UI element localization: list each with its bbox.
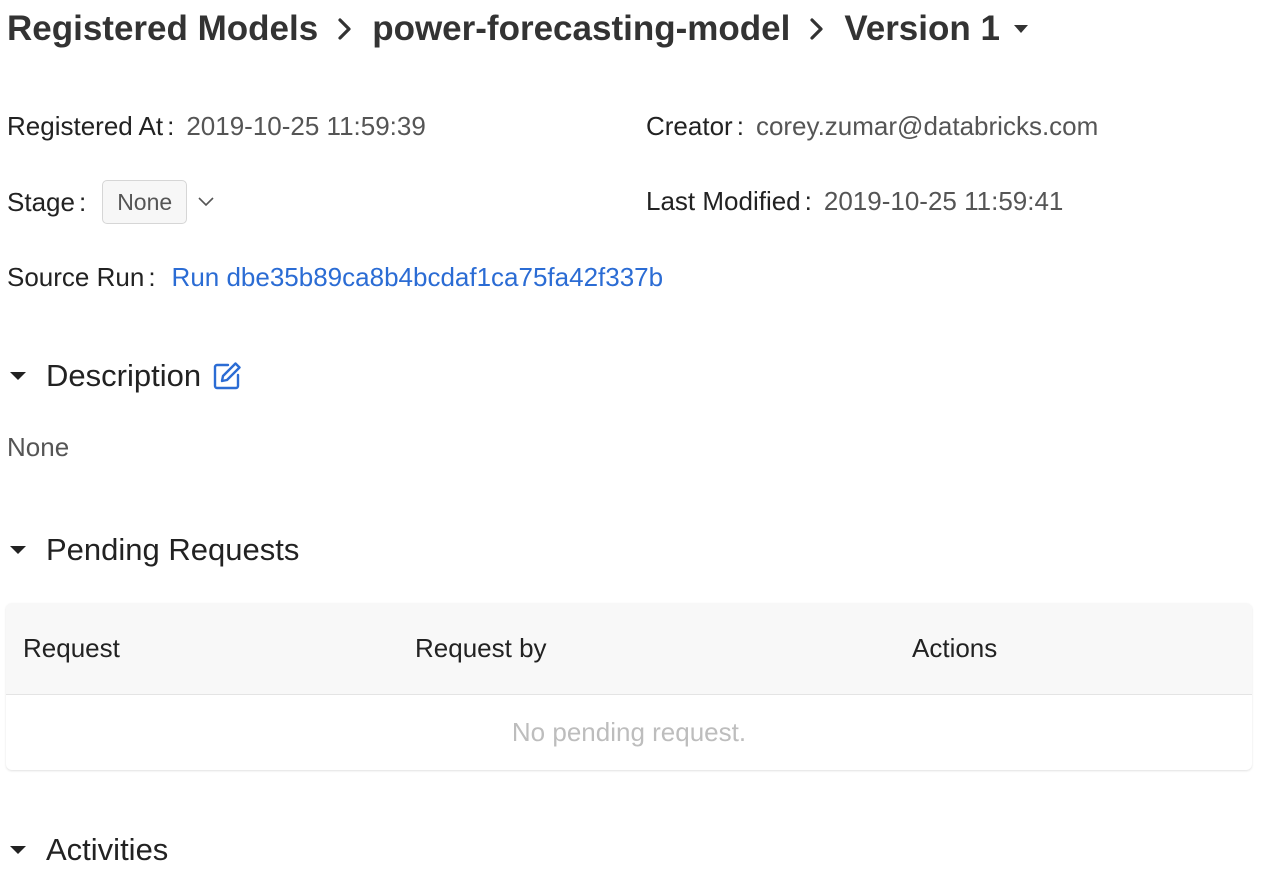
label-separator: : [148,261,156,292]
stage-label: Stage [7,186,75,217]
last-modified-label: Last Modified [646,185,801,216]
stage-select[interactable]: None [102,180,215,224]
column-header-request-by: Request by [415,633,547,663]
creator-row: Creator : corey.zumar@databricks.com [646,106,1098,146]
model-version-page: Registered Models power-forecasting-mode… [0,0,1264,876]
description-section-header[interactable]: Description [8,354,243,398]
pending-requests-table: Request Request by Actions No pending re… [6,603,1252,770]
breadcrumb-model-name[interactable]: power-forecasting-model [372,9,790,49]
last-modified-row: Last Modified : 2019-10-25 11:59:41 [646,181,1063,221]
caret-down-icon[interactable] [1012,23,1030,35]
label-separator: : [78,186,87,217]
registered-at-label: Registered At [7,110,164,141]
pending-requests-title: Pending Requests [46,532,300,567]
activities-section-header[interactable]: Activities [8,828,168,872]
column-header-request: Request [23,633,120,663]
description-title: Description [46,358,202,393]
chevron-right-icon [318,6,372,52]
last-modified-value: 2019-10-25 11:59:41 [823,185,1064,216]
caret-down-icon[interactable] [8,370,46,382]
registered-at-row: Registered At : 2019-10-25 11:59:39 [7,106,426,146]
edit-icon[interactable] [211,360,243,392]
pending-requests-section-header[interactable]: Pending Requests [8,528,299,572]
caret-down-icon[interactable] [8,544,46,556]
breadcrumb-version[interactable]: Version 1 [844,9,1000,49]
chevron-right-icon [790,6,844,52]
stage-value[interactable]: None [102,180,188,224]
source-run-label: Source Run [7,261,145,292]
description-body: None [7,432,70,462]
breadcrumb: Registered Models power-forecasting-mode… [7,6,1030,52]
source-run-row: Source Run : Run dbe35b89ca8b4bcdaf1ca75… [7,257,663,297]
label-separator: : [736,110,744,141]
source-run-link[interactable]: Run dbe35b89ca8b4bcdaf1ca75fa42f337b [172,262,664,293]
activities-title: Activities [46,832,169,867]
caret-down-icon[interactable] [8,844,46,856]
table-empty-message: No pending request. [511,717,747,747]
registered-at-value: 2019-10-25 11:59:39 [186,110,426,141]
label-separator: : [167,110,175,141]
creator-label: Creator [646,110,733,141]
column-header-actions: Actions [912,633,998,663]
stage-row: Stage : None [7,180,215,224]
creator-value: corey.zumar@databricks.com [755,110,1099,141]
breadcrumb-registered-models[interactable]: Registered Models [7,9,318,49]
label-separator: : [804,185,812,216]
table-header-row: Request Request by Actions [6,603,1252,695]
chevron-down-icon[interactable] [197,196,215,208]
